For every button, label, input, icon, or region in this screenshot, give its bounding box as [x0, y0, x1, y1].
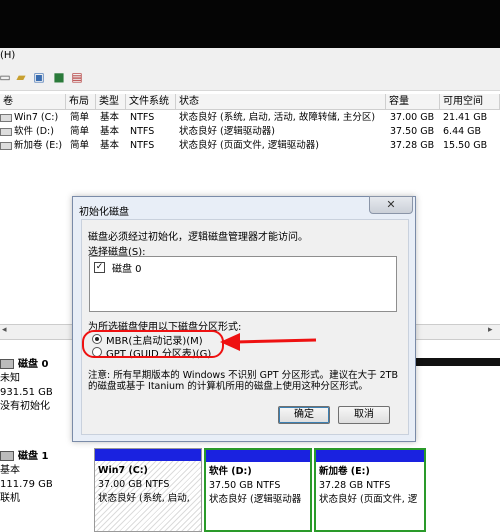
menu-bar: (H) — [0, 48, 500, 66]
table-row[interactable]: Win7 (C:) — [0, 111, 66, 125]
column-header-filesystem[interactable]: 文件系统 — [126, 94, 176, 110]
table-cell: 状态良好 (系统, 启动, 活动, 故障转储, 主分区) — [179, 112, 376, 123]
table-cell: 简单 — [70, 126, 90, 137]
partition-status: 状态良好 (逻辑驱动器 — [209, 494, 302, 505]
toolbar: ▭ ▰ ▣ ■ ▤ — [0, 66, 500, 91]
refresh-icon[interactable]: ▤ — [70, 70, 84, 84]
arrow-shaft — [235, 338, 317, 344]
partition-name: Win7 (C:) — [98, 465, 148, 476]
partition-size: 37.28 GB NTFS — [319, 480, 391, 491]
partition-info: 软件 (D:) 37.50 GB NTFS 状态良好 (逻辑驱动器 — [206, 462, 310, 507]
table-cell: 37.00 GB — [390, 112, 435, 123]
column-header-status[interactable]: 状态 — [176, 94, 386, 110]
table-cell: 基本 — [100, 126, 120, 137]
column-header-layout[interactable]: 布局 — [66, 94, 96, 110]
initialize-disk-dialog: 初始化磁盘 ✕ 磁盘必须经过初始化，逻辑磁盘管理器才能访问。 选择磁盘(S): … — [72, 196, 416, 442]
column-header-volume[interactable]: 卷 — [0, 94, 66, 110]
disk-0-checkbox[interactable]: ✓ — [94, 262, 105, 273]
partition-bar — [316, 450, 424, 462]
disk-size: 111.79 GB — [0, 479, 53, 490]
column-header-free-space[interactable]: 可用空间 — [440, 94, 500, 110]
highlight-ring — [82, 330, 224, 358]
annotation-arrow — [220, 333, 317, 351]
partition-name: 新加卷 (E:) — [319, 466, 370, 477]
table-cell: 15.50 GB — [443, 140, 488, 151]
properties-icon[interactable]: ▣ — [32, 70, 46, 84]
partition-status: 状态良好 (页面文件, 逻 — [319, 494, 418, 505]
table-cell: 状态良好 (页面文件, 逻辑驱动器) — [179, 140, 319, 151]
menu-item-help[interactable]: (H) — [0, 50, 15, 61]
table-cell: 基本 — [100, 112, 120, 123]
disk-list[interactable]: ✓ 磁盘 0 — [89, 256, 397, 312]
partition-size: 37.50 GB NTFS — [209, 480, 281, 491]
partition-size: 37.00 GB NTFS — [98, 479, 170, 490]
disk-state: 没有初始化 — [0, 401, 50, 412]
drive-icon — [0, 113, 12, 122]
partition-info: Win7 (C:) 37.00 GB NTFS 状态良好 (系统, 启动, — [95, 461, 201, 506]
disk-list-item[interactable]: 磁盘 0 — [112, 260, 142, 275]
table-cell: 37.28 GB — [390, 140, 435, 151]
close-button[interactable]: ✕ — [369, 196, 413, 214]
dialog-title: 初始化磁盘 — [79, 207, 129, 218]
disk-1-label[interactable]: 磁盘 1 基本 111.79 GB 联机 — [0, 450, 72, 506]
partition-status: 状态良好 (系统, 启动, — [98, 493, 190, 504]
partition-d[interactable]: 软件 (D:) 37.50 GB NTFS 状态良好 (逻辑驱动器 — [204, 448, 312, 532]
disk-icon — [0, 451, 14, 461]
table-cell: 简单 — [70, 140, 90, 151]
table-cell: NTFS — [130, 112, 155, 123]
table-cell: 基本 — [100, 140, 120, 151]
cancel-button[interactable]: 取消 — [338, 406, 390, 424]
top-black-band — [0, 0, 500, 48]
column-header-type[interactable]: 类型 — [96, 94, 126, 110]
arrow-head — [220, 333, 240, 351]
disk-size: 931.51 GB — [0, 387, 53, 398]
drive-icon — [0, 141, 12, 150]
folder-icon[interactable]: ▰ — [14, 70, 28, 84]
table-cell: 37.50 GB — [390, 126, 435, 137]
close-icon: ✕ — [386, 198, 396, 211]
dialog-intro-text: 磁盘必须经过初始化，逻辑磁盘管理器才能访问。 — [88, 232, 308, 243]
gpt-note-text: 注意: 所有早期版本的 Windows 不识别 GPT 分区形式。建议在大于 2… — [88, 370, 398, 392]
table-cell: NTFS — [130, 126, 155, 137]
table-row[interactable]: 软件 (D:) — [0, 125, 66, 139]
scroll-left-icon[interactable]: ◂ — [2, 325, 7, 335]
scroll-right-icon[interactable]: ▸ — [488, 325, 493, 335]
partition-c[interactable]: Win7 (C:) 37.00 GB NTFS 状态良好 (系统, 启动, — [94, 448, 202, 532]
ok-button[interactable]: 确定 — [278, 406, 330, 424]
table-cell: 21.41 GB — [443, 112, 488, 123]
partition-info: 新加卷 (E:) 37.28 GB NTFS 状态良好 (页面文件, 逻 — [316, 462, 424, 507]
table-cell: 简单 — [70, 112, 90, 123]
dialog-body: 磁盘必须经过初始化，逻辑磁盘管理器才能访问。 选择磁盘(S): ✓ 磁盘 0 为… — [81, 219, 409, 435]
disk-kind: 基本 — [0, 465, 20, 476]
help-icon[interactable]: ■ — [52, 70, 66, 84]
disk-icon — [0, 359, 14, 369]
disk-0-label[interactable]: 磁盘 0 未知 931.51 GB 没有初始化 — [0, 358, 72, 414]
partition-name: 软件 (D:) — [209, 466, 252, 477]
table-cell: 6.44 GB — [443, 126, 482, 137]
table-row[interactable]: 新加卷 (E:) — [0, 139, 66, 153]
partition-e[interactable]: 新加卷 (E:) 37.28 GB NTFS 状态良好 (页面文件, 逻 — [314, 448, 426, 532]
drive-icon — [0, 127, 12, 136]
partition-bar — [95, 449, 201, 461]
column-header-capacity[interactable]: 容量 — [386, 94, 440, 110]
disk-kind: 未知 — [0, 373, 20, 384]
partition-bar — [206, 450, 310, 462]
disk-state: 联机 — [0, 493, 20, 504]
disk-0-unallocated-bar — [414, 358, 500, 366]
table-cell: 状态良好 (逻辑驱动器) — [179, 126, 275, 137]
disk-icon[interactable]: ▭ — [0, 70, 12, 84]
table-cell: NTFS — [130, 140, 155, 151]
